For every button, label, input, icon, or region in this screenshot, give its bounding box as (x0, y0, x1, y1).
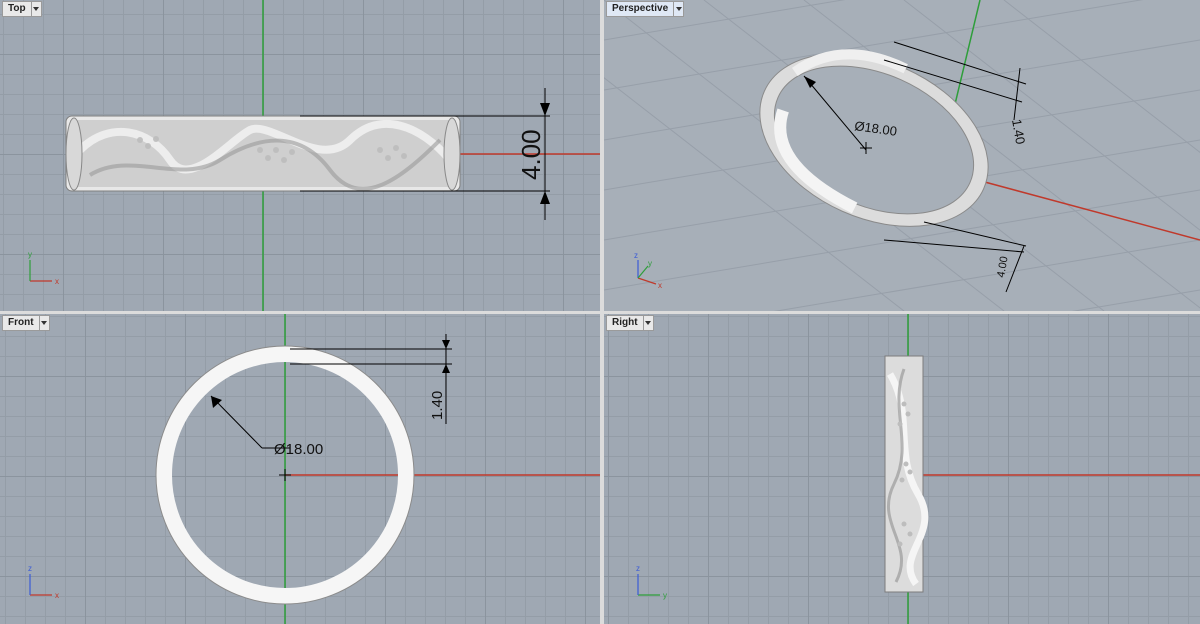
axis-label-x-persp: x (658, 281, 662, 290)
viewport-title-perspective[interactable]: Perspective (607, 2, 673, 16)
viewport-splitter-horizontal[interactable] (0, 311, 1200, 314)
dimension-label-width-persp: 4.00 (995, 255, 1011, 278)
ring-band-top (65, 115, 461, 192)
axis-label-z-persp: z (634, 251, 638, 260)
dimension-label-diameter-front: Ø18.00 (274, 441, 323, 458)
perspective-scene: 1.40 Ø18.00 4.00 x z y (604, 0, 1200, 311)
right-viewport[interactable]: Right y z (604, 314, 1200, 624)
front-scene: 1.40 Ø18.00 x z (28, 314, 600, 624)
axis-label-y-persp: y (648, 259, 652, 268)
viewport-title-tab-front[interactable]: Front (2, 315, 50, 331)
viewport-title-top[interactable]: Top (3, 2, 31, 16)
viewport-menu-dropdown-icon[interactable] (673, 2, 683, 16)
axis-label-x-top: x (55, 277, 59, 286)
rhino-four-viewport-layout: Top 4.00 x y Perspective 1.40 Ø18.00 4.0… (0, 0, 1200, 624)
top-viewport[interactable]: Top 4.00 x y (0, 0, 600, 311)
axis-label-y-right: y (663, 591, 667, 600)
top-scene: 4.00 x y (28, 0, 600, 311)
viewport-menu-dropdown-icon[interactable] (30, 2, 41, 16)
axis-label-y-top: y (28, 250, 32, 259)
viewport-title-right[interactable]: Right (607, 316, 643, 330)
axis-label-x-front: x (55, 591, 59, 600)
viewport-title-tab-perspective[interactable]: Perspective (606, 1, 685, 17)
front-viewport[interactable]: Front 1.40 Ø18.00 x z (0, 314, 600, 624)
viewport-title-front[interactable]: Front (3, 316, 39, 330)
perspective-viewport[interactable]: Perspective 1.40 Ø18.00 4.00 x z y (604, 0, 1200, 311)
viewport-menu-dropdown-icon[interactable] (38, 316, 49, 330)
right-scene: y z (636, 314, 1200, 624)
viewport-menu-dropdown-icon[interactable] (642, 316, 653, 330)
axis-label-z-front: z (28, 564, 32, 573)
axis-icon-perspective (637, 260, 657, 285)
axis-icon-top (29, 260, 52, 282)
viewport-title-tab-right[interactable]: Right (606, 315, 654, 331)
ring-band-right (884, 355, 929, 593)
dimension-label-thickness-persp: 1.40 (1009, 118, 1028, 146)
dimension-label-thickness-front: 1.40 (429, 391, 446, 420)
ring-perspective (759, 49, 989, 227)
axis-label-z-right: z (636, 564, 640, 573)
dimension-diameter-front[interactable] (210, 395, 291, 481)
axis-icon-front (29, 574, 52, 596)
viewport-title-tab-top[interactable]: Top (2, 1, 42, 17)
dimension-label-width-top: 4.00 (516, 129, 546, 180)
axis-icon-right (637, 574, 660, 596)
